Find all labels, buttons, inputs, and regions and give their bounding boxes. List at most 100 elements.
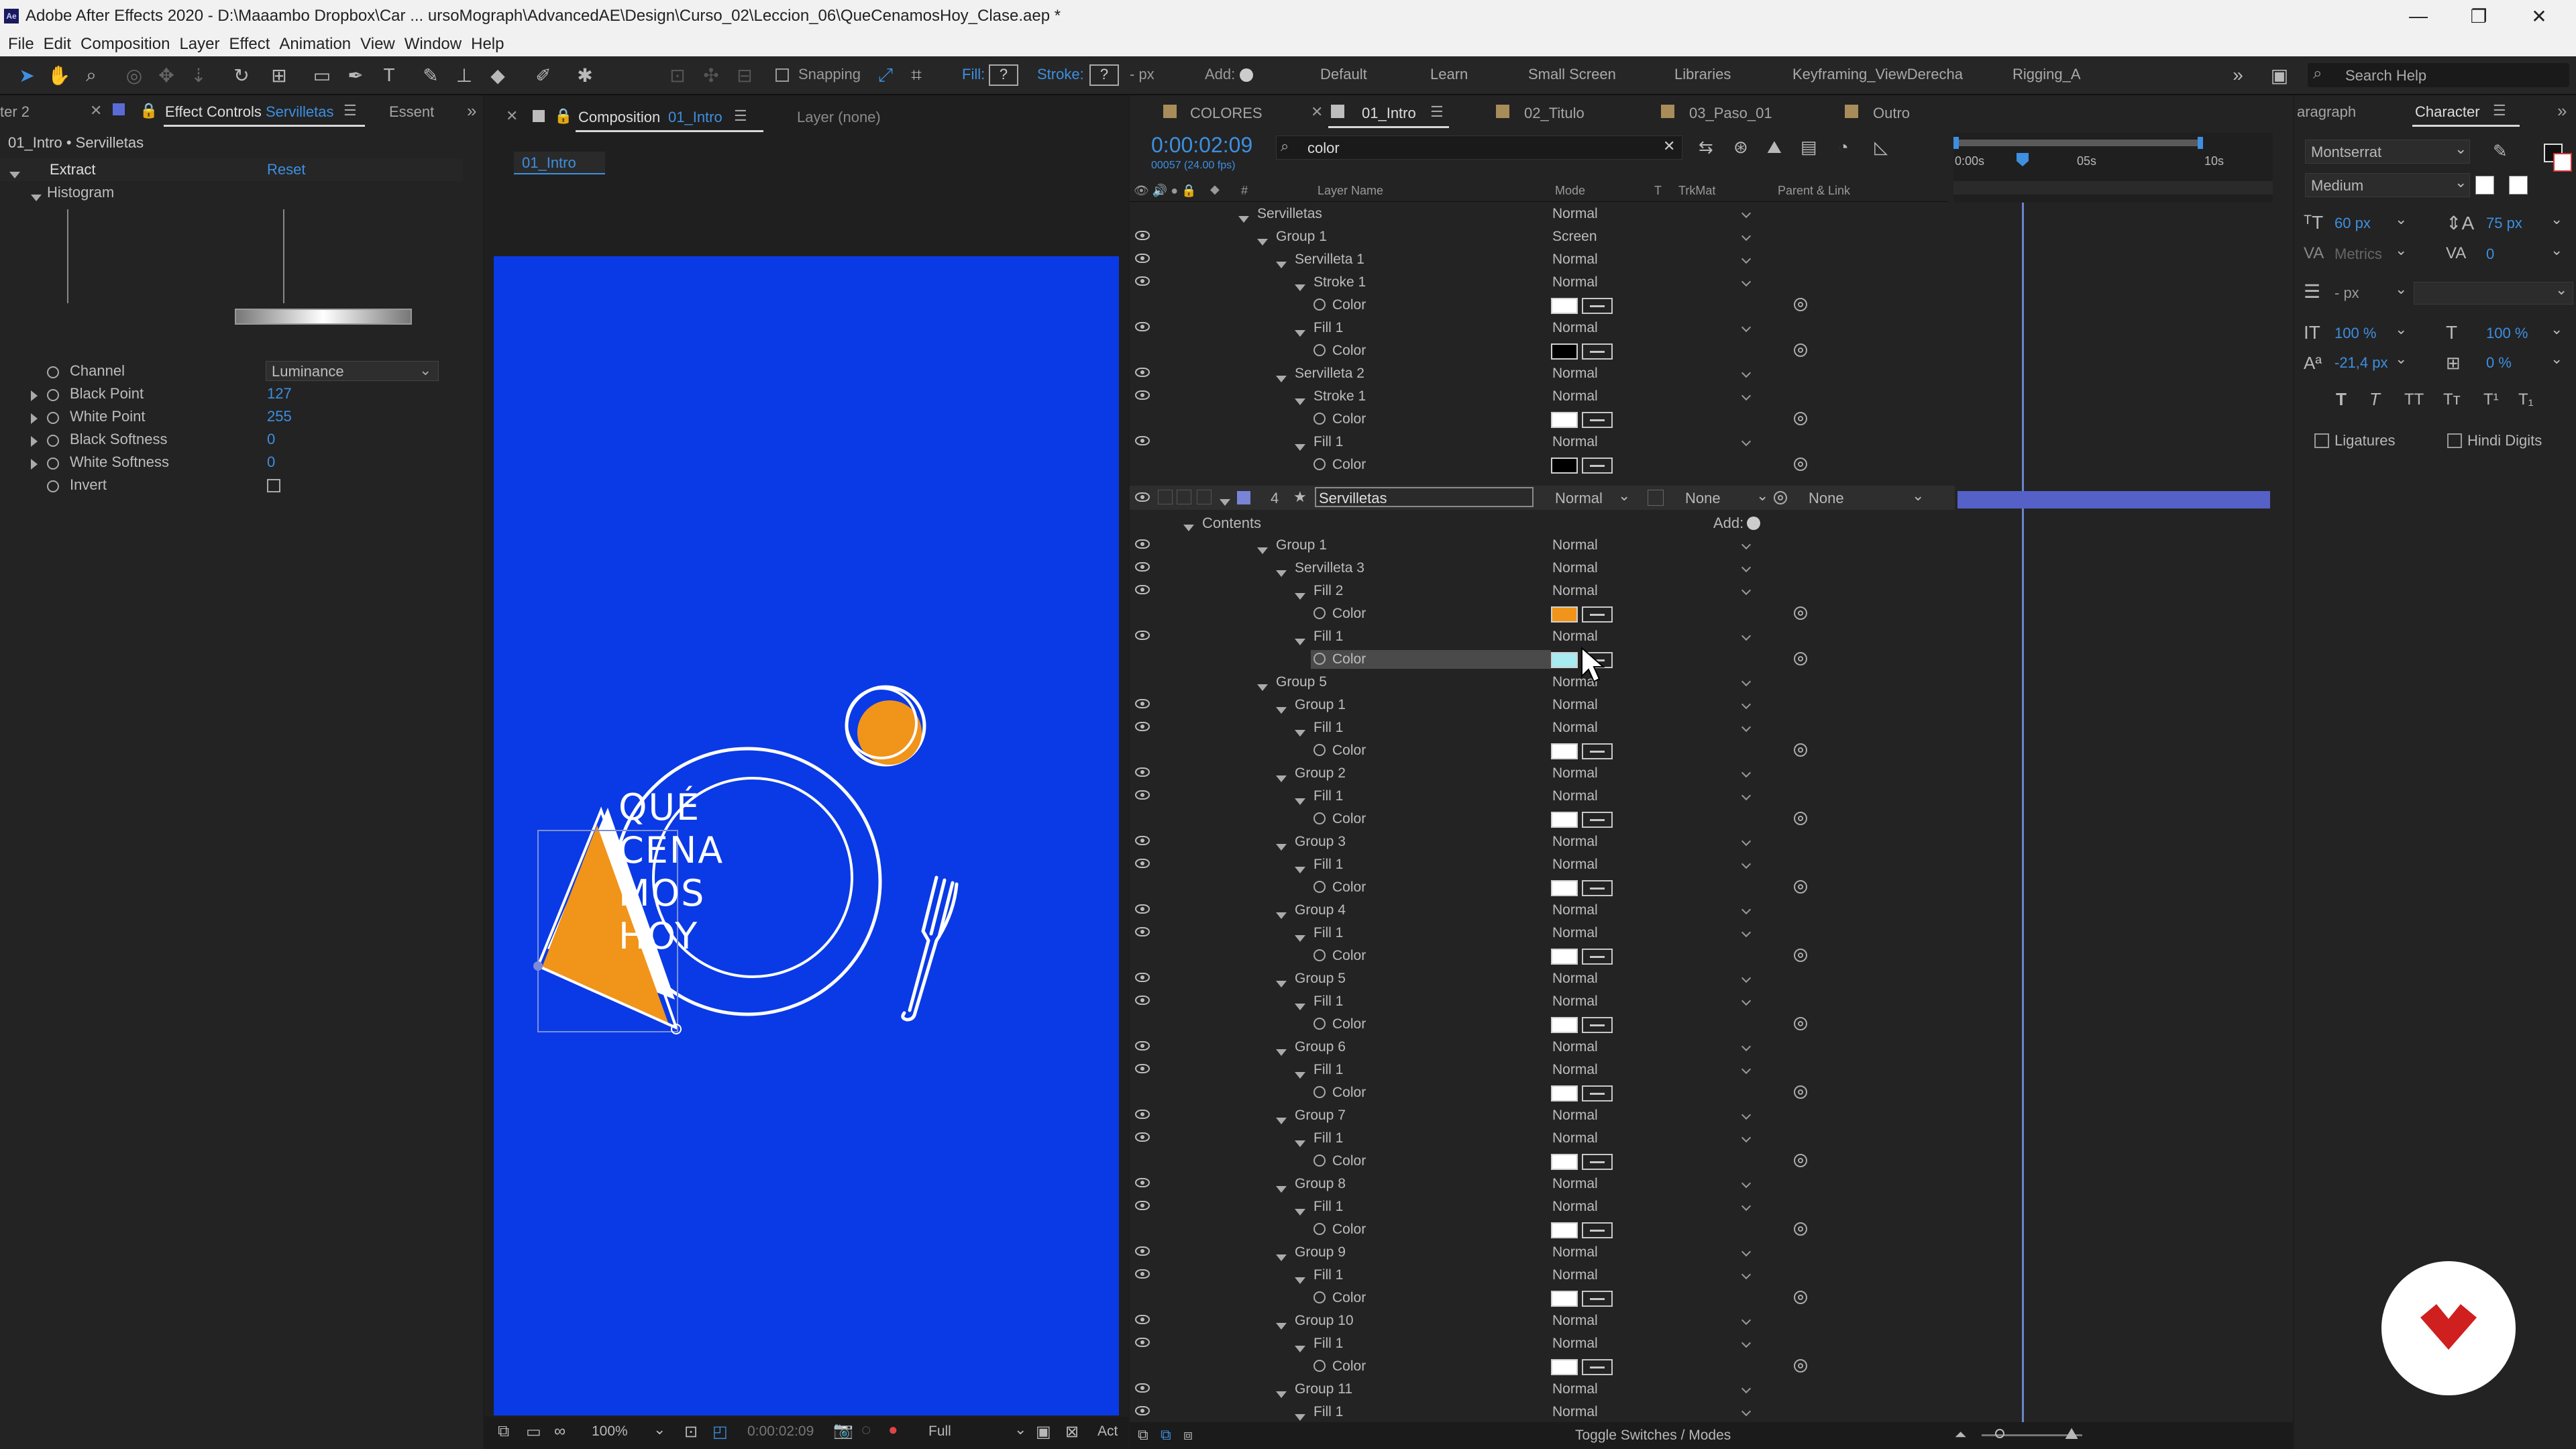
eye-icon[interactable] bbox=[1135, 996, 1150, 1005]
chevron-down-icon[interactable]: ⌄ bbox=[2395, 350, 2407, 368]
blend-mode-dropdown[interactable]: Normal bbox=[1552, 1334, 1754, 1352]
expand-chevron-icon[interactable] bbox=[1295, 393, 1312, 409]
zoom-tool-icon[interactable]: ⌕ bbox=[78, 62, 105, 89]
tracking-value[interactable]: 0 bbox=[2486, 246, 2494, 263]
blend-mode-dropdown[interactable]: Normal bbox=[1552, 969, 1754, 987]
chevron-down-icon[interactable]: ⌄ bbox=[2395, 241, 2407, 259]
tab-menu-icon[interactable]: ☰ bbox=[734, 107, 747, 125]
group-row[interactable]: Fill 1 Normal bbox=[1130, 317, 1948, 339]
stopwatch-icon[interactable] bbox=[1313, 1155, 1326, 1171]
workspace-rigging[interactable]: Rigging_A bbox=[2012, 66, 2081, 83]
group-row[interactable]: Fill 1 Normal bbox=[1130, 1264, 1948, 1287]
black-point-value[interactable]: 127 bbox=[267, 385, 292, 402]
resolution-icon[interactable]: ▭ bbox=[526, 1422, 541, 1442]
stroke-style-dropdown[interactable]: ⌄ bbox=[2414, 281, 2573, 305]
playhead-icon[interactable] bbox=[2017, 153, 2029, 166]
expand-chevron-icon[interactable] bbox=[1276, 1318, 1293, 1334]
chevron-down-icon[interactable]: ⌄ bbox=[2551, 241, 2563, 259]
blend-mode-dropdown[interactable]: Normal bbox=[1552, 1266, 1754, 1283]
pick-whip-icon[interactable] bbox=[1794, 1222, 1807, 1236]
reset-link[interactable]: Reset bbox=[267, 161, 305, 178]
black-softness-value[interactable]: 0 bbox=[267, 431, 275, 448]
workspace-keyframing[interactable]: Keyframing_ViewDerecha bbox=[1792, 66, 1963, 83]
chevron-down-icon[interactable]: ⌄ bbox=[2395, 280, 2407, 298]
tsume-value[interactable]: 0 % bbox=[2486, 354, 2512, 372]
menu-edit[interactable]: Edit bbox=[44, 35, 71, 54]
stopwatch-icon[interactable] bbox=[1313, 1223, 1326, 1239]
menu-file[interactable]: File bbox=[8, 35, 34, 54]
modes-icon[interactable]: ⧈ bbox=[1183, 1426, 1193, 1444]
expand-chevron-icon[interactable] bbox=[1295, 633, 1312, 649]
group-row[interactable]: Group 8 Normal bbox=[1130, 1173, 1948, 1195]
pick-whip-icon[interactable] bbox=[1794, 298, 1807, 311]
color-swatch[interactable] bbox=[1551, 1222, 1578, 1238]
solo-box[interactable] bbox=[1177, 490, 1191, 504]
lock-icon[interactable]: 🔒 bbox=[554, 107, 572, 125]
title-safe-icon[interactable]: ⊡ bbox=[684, 1422, 698, 1442]
color-property-row[interactable]: Color bbox=[1130, 739, 1948, 762]
expand-chevron-icon[interactable] bbox=[1295, 724, 1312, 741]
color-property-row[interactable]: Color bbox=[1130, 453, 1948, 476]
expand-chevron-icon[interactable] bbox=[1295, 1067, 1312, 1083]
workspace-small-screen[interactable]: Small Screen bbox=[1528, 66, 1616, 83]
pick-whip-icon[interactable] bbox=[1794, 949, 1807, 962]
layer-duration-bar[interactable] bbox=[1957, 491, 2270, 508]
group-row[interactable]: Servilleta 2 Normal bbox=[1130, 362, 1948, 385]
eye-icon[interactable] bbox=[1135, 1041, 1150, 1051]
blend-mode-dropdown[interactable]: Normal bbox=[1552, 901, 1754, 918]
zoom-out-icon[interactable]: ⏶ bbox=[1955, 1426, 1967, 1444]
blend-mode-dropdown[interactable]: Screen bbox=[1552, 227, 1754, 245]
group-row[interactable]: Fill 1 Normal bbox=[1130, 1401, 1948, 1424]
color-eyedropper-icon[interactable] bbox=[1582, 1291, 1613, 1307]
layer-row-servilletas[interactable]: 4 ★ Servilletas Normal ⌄ None ⌄ None ⌄ bbox=[1130, 486, 1955, 510]
eye-icon[interactable] bbox=[1135, 1178, 1150, 1187]
expand-chevron-icon[interactable] bbox=[1295, 279, 1312, 295]
eye-icon[interactable] bbox=[1135, 1110, 1150, 1119]
eye-icon[interactable] bbox=[1135, 492, 1150, 502]
pen-tool-icon[interactable]: ✒ bbox=[342, 62, 369, 89]
font-family-dropdown[interactable]: Montserrat ⌄ bbox=[2305, 140, 2470, 164]
color-swatch[interactable] bbox=[1551, 1085, 1578, 1102]
add-menu-icon[interactable] bbox=[1240, 68, 1253, 82]
eyedropper-icon[interactable]: ✎ bbox=[2493, 141, 2508, 162]
group-row[interactable]: Group 5 Normal bbox=[1130, 671, 1948, 694]
blend-mode-dropdown[interactable]: Normal bbox=[1552, 1243, 1754, 1260]
expand-chevron-icon[interactable] bbox=[1220, 492, 1237, 510]
menu-help[interactable]: Help bbox=[471, 35, 504, 54]
group-row[interactable]: Fill 1 Normal bbox=[1130, 1127, 1948, 1150]
layer-search-box[interactable]: ⌕ color ✕ bbox=[1276, 136, 1682, 160]
eye-icon[interactable] bbox=[1135, 390, 1150, 400]
pan-tool-icon[interactable]: ✥ bbox=[153, 62, 180, 89]
leading-value[interactable]: 75 px bbox=[2486, 215, 2522, 232]
group-row[interactable]: Fill 1 Normal bbox=[1130, 853, 1948, 876]
eye-icon[interactable] bbox=[1135, 859, 1150, 868]
pick-whip-icon[interactable] bbox=[1794, 1085, 1807, 1099]
group-row[interactable]: Fill 1 Normal bbox=[1130, 716, 1948, 739]
workspace-learn[interactable]: Learn bbox=[1430, 66, 1468, 83]
comp-mini-flowchart-icon[interactable]: ⇆ bbox=[1699, 137, 1713, 158]
group-row[interactable]: Group 1 Screen bbox=[1130, 225, 1948, 248]
menu-effect[interactable]: Effect bbox=[229, 35, 270, 54]
expand-chevron-icon[interactable] bbox=[1276, 1181, 1293, 1197]
stroke-swatch[interactable]: ? bbox=[1089, 64, 1119, 86]
invert-checkbox[interactable] bbox=[267, 479, 280, 492]
color-property-row[interactable]: Color bbox=[1130, 294, 1948, 317]
expand-chevron-icon[interactable] bbox=[1276, 370, 1293, 386]
blend-mode-dropdown[interactable]: Normal bbox=[1552, 1129, 1754, 1146]
expand-chevron-icon[interactable] bbox=[1276, 1044, 1293, 1060]
expand-chevron-icon[interactable] bbox=[1276, 1112, 1293, 1128]
tab-composition-name[interactable]: 01_Intro bbox=[668, 109, 722, 126]
color-eyedropper-icon[interactable] bbox=[1582, 1085, 1613, 1102]
search-help-box[interactable]: ⌕ Search Help bbox=[2308, 63, 2569, 87]
resolution-dropdown[interactable]: Full bbox=[928, 1424, 951, 1440]
layer-mode-dropdown[interactable]: Normal bbox=[1555, 490, 1603, 507]
color-property-row[interactable]: Color bbox=[1130, 1081, 1948, 1104]
kerning-value[interactable]: Metrics bbox=[2334, 246, 2382, 263]
parent-dropdown[interactable]: None bbox=[1809, 490, 1844, 507]
audio-box[interactable] bbox=[1158, 490, 1173, 504]
expand-chevron-icon[interactable] bbox=[1276, 1249, 1293, 1265]
panel-toggle-icon[interactable]: ▣ bbox=[2266, 62, 2293, 89]
stopwatch-icon[interactable] bbox=[47, 388, 59, 405]
expand-chevron-icon[interactable] bbox=[1295, 1203, 1312, 1220]
channel-icon[interactable]: ● bbox=[888, 1421, 898, 1440]
